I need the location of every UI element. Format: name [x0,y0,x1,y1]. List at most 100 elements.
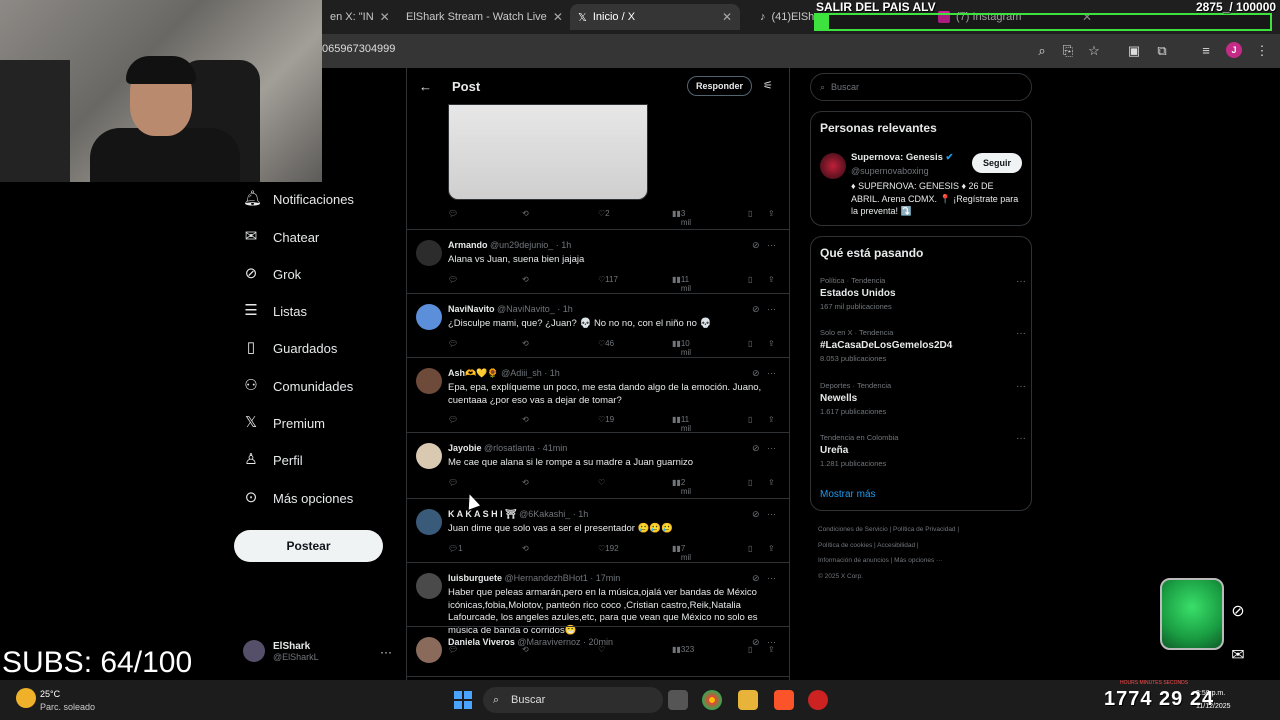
post-button[interactable]: Postear [234,530,383,562]
install-icon[interactable]: ⎘ [1060,43,1076,59]
bookmark-icon[interactable]: ▯ [748,209,752,218]
reply-post[interactable]: NaviNavito @NaviNavito_ · 1h ⊘ ··· ¿Discul… [407,294,789,358]
reply-post[interactable]: K A K A S H I ⛩ @6Kakashi_ · 1h ⊘ ··· Juan… [407,499,789,563]
reply-post[interactable]: Armando @un29dejunio_ · 1h ⊘ ··· Alana vs … [407,230,789,294]
grok-icon[interactable]: ⊘ ··· [752,443,776,454]
share-icon[interactable]: ⇪ [768,209,775,218]
author-name[interactable]: Daniela Viveros [448,637,515,647]
grok-icon[interactable]: ⊘ ··· [752,573,776,584]
like-icon[interactable]: ♡ 117 [598,275,618,284]
repost-icon[interactable]: ⟲ [522,544,529,553]
browser-tab[interactable]: 𝕏 Inicio / X ✕ [570,4,740,30]
nav-chatear[interactable]: ✉ Chatear [243,225,320,249]
settings-sliders-icon[interactable]: ⚟ [763,79,773,92]
share-icon[interactable]: ⇪ [768,478,775,487]
close-icon[interactable]: ✕ [722,10,732,24]
profile-avatar[interactable]: J [1226,42,1242,58]
star-icon[interactable]: ☆ [1086,43,1102,59]
author-name[interactable]: Ash🫶💛🌻 [448,368,499,378]
views-icon[interactable]: ▮▮ 11 mil [672,275,691,293]
trend-item[interactable]: Deportes · Tendencia Newells 1.617 publi… [820,381,1030,416]
author-name[interactable]: Jayobie [448,443,482,453]
nav-mas-opciones[interactable]: ⊙ Más opciones [243,486,354,510]
reply-post[interactable]: Daniela Viveros @Maravivernoz · 20min ⊘ ·… [407,627,789,677]
taskbar-search[interactable]: ⌕ Buscar [483,687,663,713]
share-icon[interactable]: ⇪ [768,339,775,348]
footer-link[interactable]: Condiciones de Servicio [818,526,888,533]
media-icon[interactable]: ≡ [1198,43,1214,59]
footer-link[interactable]: Política de cookies [818,542,872,549]
nav-perfil[interactable]: ♙ Perfil [243,448,302,472]
task-view-icon[interactable] [668,690,688,710]
chrome-icon[interactable] [702,690,722,710]
more-icon[interactable]: ··· [1016,433,1026,444]
like-icon[interactable]: ♡ 19 [598,415,614,424]
footer-link[interactable]: Política de Privacidad [893,526,956,533]
trend-item[interactable]: Solo en X · Tendencia #LaCasaDeLosGemelo… [820,328,1030,363]
folder-icon[interactable] [738,690,758,710]
follow-button[interactable]: Seguir [972,153,1022,173]
grok-icon[interactable]: ⊘ ··· [752,637,776,648]
like-icon[interactable]: ♡ [598,478,605,487]
show-more-link[interactable]: Mostrar más [820,489,876,500]
repost-icon[interactable]: ⟲ [522,339,529,348]
back-arrow-icon[interactable]: ← [419,79,432,94]
repost-icon[interactable]: ⟲ [522,275,529,284]
reply-icon[interactable]: 💬︎ 1 [448,544,463,553]
avatar[interactable] [416,637,442,663]
share-icon[interactable]: ⇪ [768,275,775,284]
footer-link[interactable]: Información de anuncios [818,557,889,564]
extensions-icon[interactable]: ⧉ [1154,43,1170,59]
post-image[interactable] [448,104,648,200]
avatar[interactable] [416,509,442,535]
sidebar-icon[interactable]: ▣ [1126,43,1142,59]
grok-icon[interactable]: ⊘ ··· [752,509,776,520]
footer-link[interactable]: Más opciones ··· [894,557,942,564]
search-input[interactable]: ⌕ Buscar [810,73,1032,101]
url-field[interactable]: 065967304999 [322,43,395,55]
grok-icon[interactable]: ⊘ ··· [752,368,776,379]
nav-notificaciones[interactable]: 🔔︎ Notificaciones [243,187,354,211]
menu-icon[interactable]: ⋮ [1254,43,1270,59]
views-icon[interactable]: ▮▮ 11 mil [672,415,691,433]
browser-tab[interactable]: ♪ (41)ElShark Clips (@elshar [752,4,814,30]
bookmark-icon[interactable]: ▯ [748,478,752,487]
author-name[interactable]: luisburguete [448,573,502,583]
bookmark-icon[interactable]: ▯ [748,544,752,553]
account-switcher[interactable]: ElShark @ElSharkL [243,640,319,662]
like-icon[interactable]: ♡ 46 [598,339,614,348]
reply-icon[interactable]: 💬︎ [448,478,458,487]
reply-icon[interactable]: 💬︎ [448,275,458,284]
views-icon[interactable]: ▮▮ 7 mil [672,544,691,562]
browser-tab[interactable]: en X: "IN ✕ [322,4,390,30]
nav-listas[interactable]: ☰ Listas [243,299,307,323]
person-name[interactable]: Supernova: Genesis ✔ [851,152,953,163]
like-icon[interactable]: ♡ 2 [598,209,610,218]
mail-icon[interactable]: ✉ [1226,644,1250,668]
grok-icon[interactable]: ⊘ [1226,600,1250,624]
windows-start-icon[interactable] [454,691,472,709]
bookmark-icon[interactable]: ▯ [748,275,752,284]
grok-icon[interactable]: ⊘ ··· [752,240,776,251]
share-icon[interactable]: ⇪ [768,544,775,553]
author-name[interactable]: K A K A S H I ⛩ [448,509,517,519]
author-name[interactable]: Armando [448,240,488,250]
reply-post[interactable]: Jayobie @rlosatlanta · 41min ⊘ ··· Me cae … [407,433,789,499]
avatar[interactable] [416,443,442,469]
trend-item[interactable]: Política · Tendencia Estados Unidos 167 … [820,276,1030,311]
reply-icon[interactable]: 💬︎ [448,339,458,348]
reply-icon[interactable]: 💬︎ [448,209,458,218]
bookmark-icon[interactable]: ▯ [748,339,752,348]
grok-icon[interactable]: ⊘ ··· [752,304,776,315]
nav-guardados[interactable]: ▯ Guardados [243,336,337,360]
nav-premium[interactable]: 𝕏 Premium [243,411,325,435]
zoom-icon[interactable]: ⌕ [1034,43,1050,59]
reply-icon[interactable]: 💬︎ [448,415,458,424]
more-icon[interactable]: ··· [380,645,392,659]
avatar[interactable] [416,304,442,330]
avatar[interactable] [416,573,442,599]
reply-button[interactable]: Responder [687,76,753,96]
close-icon[interactable]: ✕ [553,10,562,24]
more-icon[interactable]: ··· [1016,328,1026,339]
repost-icon[interactable]: ⟲ [522,478,529,487]
